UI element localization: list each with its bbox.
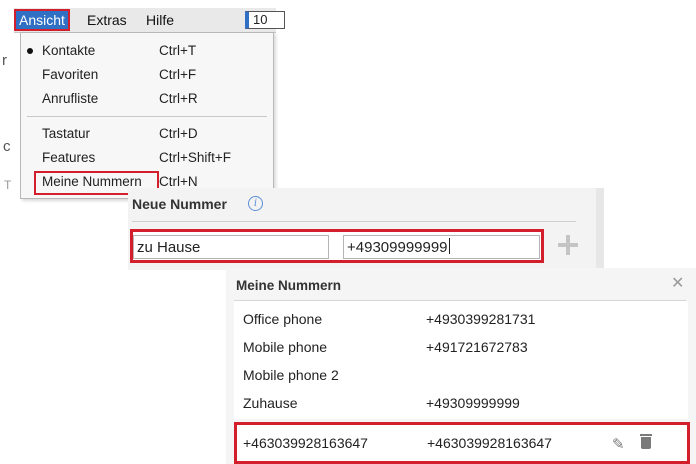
menu-item-shortcut: Ctrl+T (159, 43, 197, 58)
neue-nummer-panel: Neue Nummer i zu Hause +49309999999 (128, 188, 604, 270)
menu-item-label: Favoriten (42, 67, 99, 82)
menu-item-label: Features (42, 150, 96, 165)
menu-item-label: Anrufliste (42, 91, 99, 106)
pencil-edit-icon[interactable]: ✎ (612, 435, 625, 453)
info-icon[interactable]: i (248, 196, 263, 211)
menu-extras[interactable]: Extras (83, 11, 131, 29)
number-value: +4930399281731 (426, 311, 536, 327)
menu-hilfe[interactable]: Hilfe (142, 11, 178, 29)
number-label: +463039928163647 (243, 435, 368, 451)
number-list: Office phone +4930399281731 Mobile phone… (234, 301, 688, 419)
neue-nummer-title: Neue Nummer (132, 196, 227, 212)
meine-nummern-panel: Meine Nummern ✕ Office phone +4930399281… (226, 268, 696, 464)
name-input-value: zu Hause (137, 239, 201, 256)
number-value: +49309999999 (426, 395, 520, 411)
toolbar-field[interactable]: 10 (245, 11, 285, 29)
menu-item-tastatur[interactable]: Tastatur Ctrl+D (21, 124, 271, 144)
number-input[interactable]: +49309999999 (343, 235, 540, 259)
number-label: Mobile phone 2 (243, 367, 339, 383)
menu-item-shortcut: Ctrl+R (159, 91, 198, 106)
menu-item-label: Kontakte (42, 43, 96, 58)
list-item[interactable]: Zuhause +49309999999 (234, 389, 688, 417)
divider (132, 221, 576, 222)
background-text: r (2, 52, 7, 69)
menu-item-label: Tastatur (42, 126, 91, 141)
number-value: +463039928163647 (427, 435, 552, 451)
name-input[interactable]: zu Hause (133, 235, 329, 259)
menu-bar: Ansicht Extras Hilfe 10 (14, 8, 285, 33)
list-item[interactable]: Mobile phone +491721672783 (234, 333, 688, 361)
menu-item-shortcut: Ctrl+F (159, 67, 197, 82)
list-item[interactable]: Office phone +4930399281731 (234, 305, 688, 333)
meine-nummern-title: Meine Nummern (236, 278, 342, 293)
background-text: c (3, 138, 11, 155)
list-item[interactable]: Mobile phone 2 (234, 361, 688, 389)
menu-item-kontakte[interactable]: Kontakte Ctrl+T (21, 41, 271, 61)
ansicht-dropdown-menu: Kontakte Ctrl+T Favoriten Ctrl+F Anrufli… (20, 32, 274, 199)
checked-bullet-icon (27, 48, 33, 54)
add-plus-icon[interactable] (558, 235, 578, 255)
close-icon[interactable]: ✕ (671, 273, 684, 293)
trash-delete-icon[interactable] (640, 434, 652, 449)
menu-item-features[interactable]: Features Ctrl+Shift+F (21, 148, 271, 168)
number-value: +491721672783 (426, 339, 528, 355)
menu-item-shortcut: Ctrl+D (159, 126, 198, 141)
list-item-selected[interactable]: +463039928163647 +463039928163647 ✎ (234, 422, 690, 464)
text-caret (448, 238, 450, 254)
number-input-value: +49309999999 (347, 239, 448, 256)
menu-item-shortcut: Ctrl+Shift+F (159, 150, 232, 165)
menu-ansicht[interactable]: Ansicht (14, 9, 70, 31)
background-text: T (4, 178, 12, 192)
number-label: Office phone (243, 311, 323, 327)
menu-separator (27, 116, 267, 117)
highlight-box: zu Hause +49309999999 (130, 229, 544, 263)
number-label: Mobile phone (243, 339, 328, 355)
menu-item-favoriten[interactable]: Favoriten Ctrl+F (21, 65, 271, 85)
menu-item-anrufliste[interactable]: Anrufliste Ctrl+R (21, 89, 271, 109)
number-label: Zuhause (243, 395, 298, 411)
